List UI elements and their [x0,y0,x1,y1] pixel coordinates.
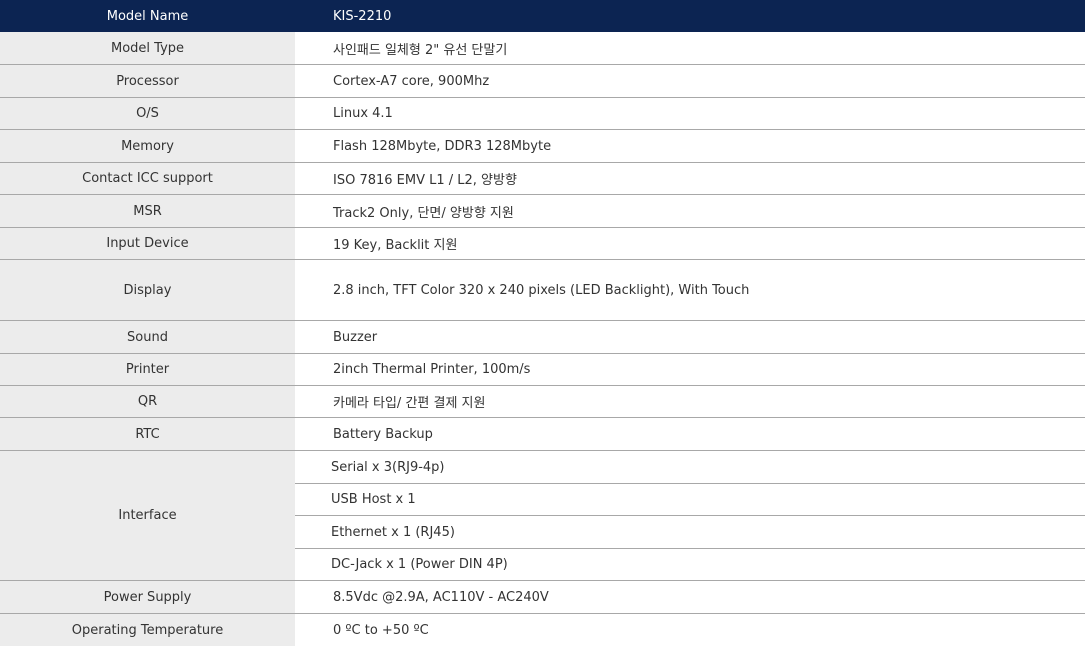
row-value-memory: Flash 128Mbyte, DDR3 128Mbyte [295,130,1085,162]
row-value-model-type: 사인패드 일체형 2" 유선 단말기 [295,32,1085,64]
interface-value-ethernet: Ethernet x 1 (RJ45) [295,516,1085,548]
row-label-os: O/S [0,98,295,129]
interface-value-serial: Serial x 3(RJ9-4p) [295,451,1085,483]
row-value-msr: Track2 Only, 단면/ 양방향 지원 [295,195,1085,227]
row-value-qr: 카메라 타입/ 간편 결제 지원 [295,386,1085,417]
header-value: KIS-2210 [333,8,392,24]
header-label: Model Name [106,8,189,24]
row-value-os: Linux 4.1 [295,98,1085,129]
row-label-interface: Interface [0,451,295,580]
row-value-display: 2.8 inch, TFT Color 320 x 240 pixels (LE… [295,260,1085,320]
row-label-processor: Processor [0,65,295,97]
row-label-contact-icc: Contact ICC support [0,163,295,194]
row-label-memory: Memory [0,130,295,162]
row-value-sound: Buzzer [295,321,1085,353]
row-label-power-supply: Power Supply [0,581,295,613]
row-label-display: Display [0,260,295,320]
spec-table: Model Name KIS-2210 Model Type 사인패드 일체형 … [0,0,1085,650]
row-value-printer: 2inch Thermal Printer, 100m/s [295,354,1085,385]
row-label-input-device: Input Device [0,228,295,259]
row-value-operating-temperature: 0 ºC to +50 ºC [295,614,1085,646]
row-label-qr: QR [0,386,295,417]
row-value-contact-icc: ISO 7816 EMV L1 / L2, 양방향 [295,163,1085,194]
row-value-input-device: 19 Key, Backlit 지원 [295,228,1085,259]
row-value-processor: Cortex-A7 core, 900Mhz [295,65,1085,97]
table-header: Model Name KIS-2210 [0,0,1085,32]
interface-value-dc-jack: DC-Jack x 1 (Power DIN 4P) [295,549,1085,580]
interface-value-usb: USB Host x 1 [295,484,1085,515]
row-label-model-type: Model Type [0,32,295,64]
row-label-sound: Sound [0,321,295,353]
row-label-printer: Printer [0,354,295,385]
row-value-rtc: Battery Backup [295,418,1085,450]
row-label-rtc: RTC [0,418,295,450]
row-value-power-supply: 8.5Vdc @2.9A, AC110V - AC240V [295,581,1085,613]
row-label-operating-temperature: Operating Temperature [0,614,295,646]
row-label-msr: MSR [0,195,295,227]
